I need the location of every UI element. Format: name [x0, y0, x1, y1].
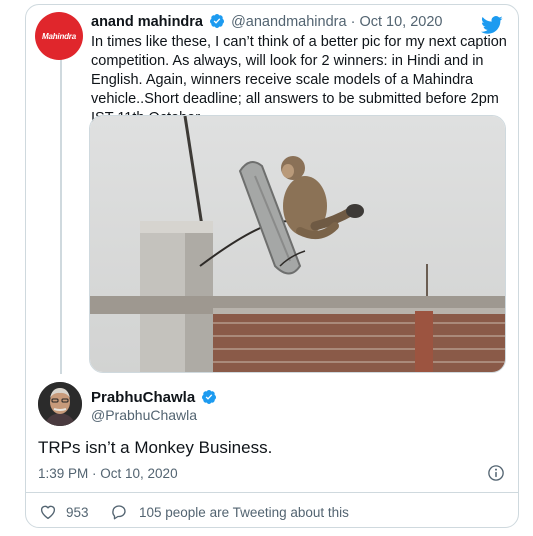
author-name[interactable]: PrabhuChawla [91, 389, 195, 406]
author-name[interactable]: anand mahindra [91, 14, 203, 30]
info-icon[interactable] [487, 464, 505, 482]
tweet-timestamp[interactable]: 1:39 PM · Oct 10, 2020 [38, 466, 178, 481]
photo-monkey-on-dish-antenna [90, 116, 505, 372]
separator-dot: · [350, 14, 356, 30]
tweet-text: TRPs isn’t a Monkey Business. [38, 438, 273, 457]
quoted-tweet-text: In times like these, I can’t think of a … [91, 34, 507, 126]
avatar[interactable]: Mahindra [35, 12, 83, 60]
speech-bubble-icon[interactable] [110, 503, 128, 521]
verified-badge-icon [210, 14, 225, 29]
avatar[interactable] [38, 382, 82, 426]
divider [25, 492, 519, 493]
tweet-date[interactable]: Oct 10, 2020 [359, 14, 442, 30]
avatar-logo-text: Mahindra [42, 31, 76, 41]
author-name-row: PrabhuChawla [91, 389, 219, 406]
author-handle[interactable]: @anandmahindra [231, 14, 347, 30]
thread-connector [60, 54, 62, 374]
tweeting-about-link[interactable]: 105 people are Tweeting about this [139, 505, 349, 520]
quoted-tweet-header: anand mahindra @anandmahindra · Oct 10, … [91, 13, 481, 30]
verified-badge-icon [202, 390, 217, 405]
avatar-portrait-image [38, 382, 82, 426]
author-handle[interactable]: @PrabhuChawla [91, 407, 197, 423]
tweet-photo[interactable] [89, 115, 506, 373]
like-count[interactable]: 953 [66, 505, 89, 520]
heart-icon[interactable] [39, 503, 57, 521]
